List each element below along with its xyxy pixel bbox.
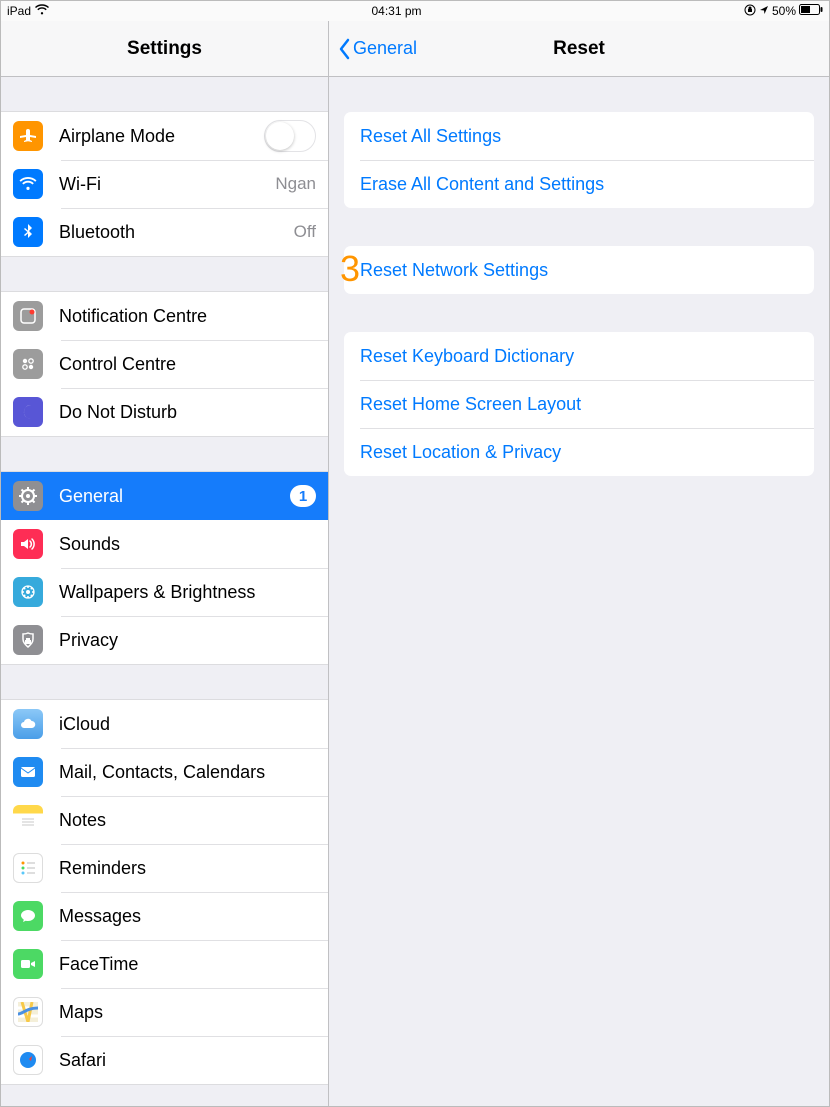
moon-icon bbox=[13, 397, 43, 427]
row-label: Reset Location & Privacy bbox=[360, 442, 561, 463]
row-label: Messages bbox=[59, 906, 316, 927]
wifi-status-icon bbox=[35, 4, 49, 18]
row-label: Reset Home Screen Layout bbox=[360, 394, 581, 415]
privacy-icon bbox=[13, 625, 43, 655]
detail-title: Reset bbox=[553, 38, 605, 60]
row-label: Privacy bbox=[59, 630, 316, 651]
reset-location-privacy-button[interactable]: Reset Location & Privacy bbox=[344, 428, 814, 476]
airplane-toggle[interactable] bbox=[264, 120, 316, 152]
row-label: Notes bbox=[59, 810, 316, 831]
row-label: Reset Keyboard Dictionary bbox=[360, 346, 574, 367]
reset-home-screen-layout-button[interactable]: Reset Home Screen Layout bbox=[344, 380, 814, 428]
row-label: Airplane Mode bbox=[59, 126, 264, 147]
reset-group-1: Reset All Settings Erase All Content and… bbox=[344, 112, 814, 208]
detail-header: General Reset bbox=[329, 21, 829, 77]
battery-icon bbox=[799, 4, 823, 18]
row-label: Reminders bbox=[59, 858, 316, 879]
reset-group-3: Reset Keyboard Dictionary Reset Home Scr… bbox=[344, 332, 814, 476]
row-do-not-disturb[interactable]: Do Not Disturb bbox=[1, 388, 328, 436]
wifi-icon bbox=[13, 169, 43, 199]
detail-pane: General Reset Reset All Settings Erase A… bbox=[329, 21, 829, 1106]
sidebar-group: iCloud Mail, Contacts, Calendars Notes R… bbox=[1, 699, 328, 1085]
sounds-icon bbox=[13, 529, 43, 559]
row-control-centre[interactable]: Control Centre bbox=[1, 340, 328, 388]
row-label: Control Centre bbox=[59, 354, 316, 375]
row-general[interactable]: General 1 bbox=[1, 472, 328, 520]
battery-percent: 50% bbox=[772, 4, 796, 18]
row-label: Sounds bbox=[59, 534, 316, 555]
row-sounds[interactable]: Sounds bbox=[1, 520, 328, 568]
notes-icon bbox=[13, 805, 43, 835]
sidebar-group: Notification Centre Control Centre Do No… bbox=[1, 291, 328, 437]
reset-group-2: Reset Network Settings bbox=[344, 246, 814, 294]
row-label: iCloud bbox=[59, 714, 316, 735]
safari-icon bbox=[13, 1045, 43, 1075]
reset-all-settings-button[interactable]: Reset All Settings bbox=[344, 112, 814, 160]
gear-icon bbox=[13, 481, 43, 511]
sidebar-header: Settings bbox=[1, 21, 328, 77]
maps-icon bbox=[13, 997, 43, 1027]
row-label: FaceTime bbox=[59, 954, 316, 975]
messages-icon bbox=[13, 901, 43, 931]
row-label: Do Not Disturb bbox=[59, 402, 316, 423]
row-bluetooth[interactable]: Bluetooth Off bbox=[1, 208, 328, 256]
sidebar-title: Settings bbox=[127, 38, 202, 60]
row-label: Safari bbox=[59, 1050, 316, 1071]
row-notification-centre[interactable]: Notification Centre bbox=[1, 292, 328, 340]
row-facetime[interactable]: FaceTime bbox=[1, 940, 328, 988]
row-label: Maps bbox=[59, 1002, 316, 1023]
status-bar: iPad 04:31 pm 50% bbox=[1, 1, 829, 21]
notification-icon bbox=[13, 301, 43, 331]
row-label: Notification Centre bbox=[59, 306, 316, 327]
wifi-network-name: Ngan bbox=[275, 174, 316, 194]
erase-all-content-button[interactable]: Erase All Content and Settings bbox=[344, 160, 814, 208]
bluetooth-status: Off bbox=[294, 222, 316, 242]
row-mail[interactable]: Mail, Contacts, Calendars bbox=[1, 748, 328, 796]
wallpaper-icon bbox=[13, 577, 43, 607]
row-icloud[interactable]: iCloud bbox=[1, 700, 328, 748]
status-time: 04:31 pm bbox=[371, 4, 421, 18]
reminders-icon bbox=[13, 853, 43, 883]
bluetooth-icon bbox=[13, 217, 43, 247]
row-reminders[interactable]: Reminders bbox=[1, 844, 328, 892]
row-label: Erase All Content and Settings bbox=[360, 174, 604, 195]
cloud-icon bbox=[13, 709, 43, 739]
sidebar-group: General 1 Sounds Wallpapers & Brightness… bbox=[1, 471, 328, 665]
row-label: Mail, Contacts, Calendars bbox=[59, 762, 316, 783]
chevron-left-icon bbox=[337, 38, 351, 60]
row-label: Reset Network Settings bbox=[360, 260, 548, 281]
row-airplane-mode[interactable]: Airplane Mode bbox=[1, 112, 328, 160]
reset-keyboard-dictionary-button[interactable]: Reset Keyboard Dictionary bbox=[344, 332, 814, 380]
back-label: General bbox=[353, 38, 417, 59]
row-privacy[interactable]: Privacy bbox=[1, 616, 328, 664]
row-maps[interactable]: Maps bbox=[1, 988, 328, 1036]
row-safari[interactable]: Safari bbox=[1, 1036, 328, 1084]
airplane-icon bbox=[13, 121, 43, 151]
settings-sidebar: Settings Airplane Mode Wi-Fi Ngan Bluet bbox=[1, 21, 329, 1106]
orientation-lock-icon bbox=[744, 4, 756, 19]
row-messages[interactable]: Messages bbox=[1, 892, 328, 940]
location-icon bbox=[759, 4, 769, 18]
row-label: Bluetooth bbox=[59, 222, 286, 243]
sidebar-group: Airplane Mode Wi-Fi Ngan Bluetooth Off bbox=[1, 111, 328, 257]
row-label: Wallpapers & Brightness bbox=[59, 582, 316, 603]
row-label: Wi-Fi bbox=[59, 174, 267, 195]
mail-icon bbox=[13, 757, 43, 787]
row-label: General bbox=[59, 486, 290, 507]
reset-network-settings-button[interactable]: Reset Network Settings bbox=[344, 246, 814, 294]
back-button[interactable]: General bbox=[337, 21, 417, 76]
row-wallpapers[interactable]: Wallpapers & Brightness bbox=[1, 568, 328, 616]
device-name: iPad bbox=[7, 4, 31, 18]
row-label: Reset All Settings bbox=[360, 126, 501, 147]
row-wifi[interactable]: Wi-Fi Ngan bbox=[1, 160, 328, 208]
general-badge: 1 bbox=[290, 485, 316, 507]
control-centre-icon bbox=[13, 349, 43, 379]
facetime-icon bbox=[13, 949, 43, 979]
row-notes[interactable]: Notes bbox=[1, 796, 328, 844]
